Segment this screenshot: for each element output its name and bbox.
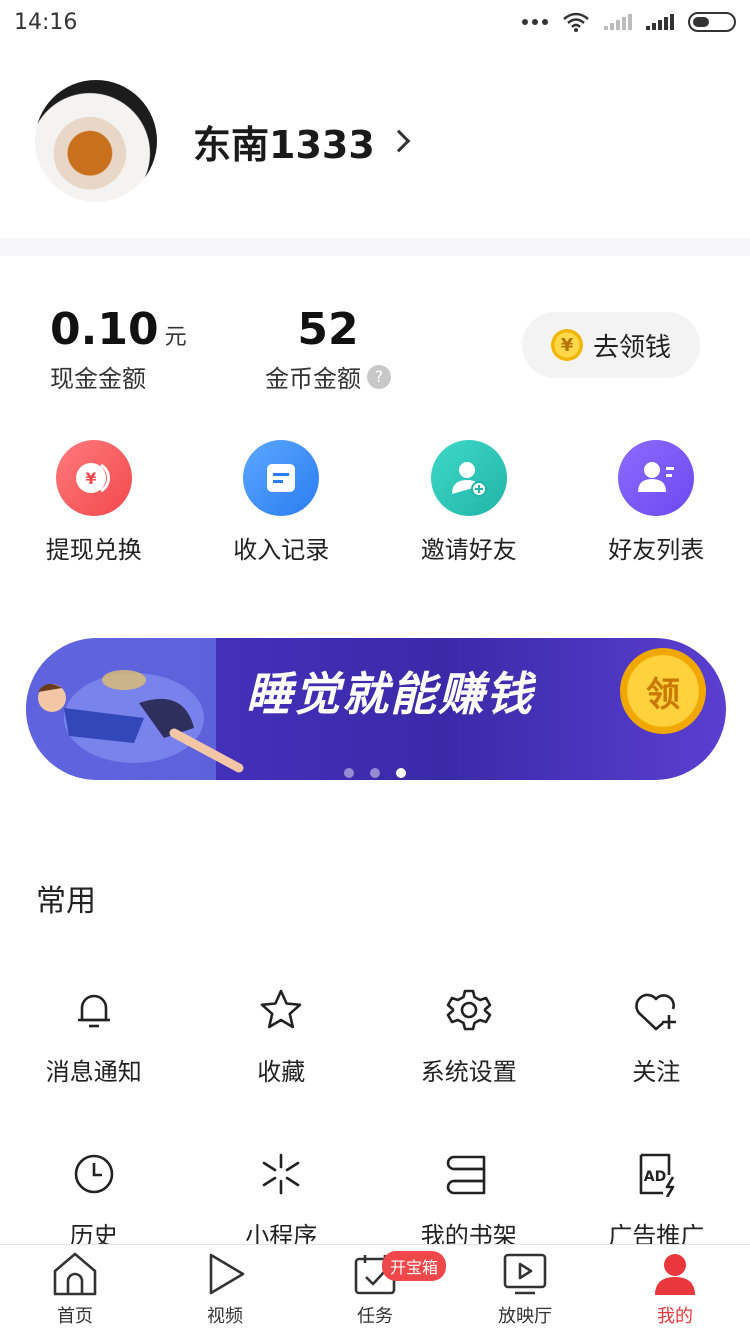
pagination-dot-active[interactable] (396, 768, 406, 778)
wifi-icon (563, 12, 589, 32)
star-icon (257, 986, 305, 1034)
menu-item-ad-promotion[interactable]: AD 广告推广 (563, 1150, 750, 1251)
menu-item-label: 系统设置 (420, 1058, 517, 1086)
banner-pagination (344, 768, 406, 778)
quick-action-income-record[interactable]: 收入记录 (188, 440, 376, 565)
banner-title: 睡觉就能赚钱 (246, 667, 534, 721)
get-money-button[interactable]: ¥ 去领钱 (522, 312, 700, 378)
income-record-icon (243, 440, 320, 516)
clock-icon (70, 1150, 118, 1198)
home-icon (49, 1248, 101, 1300)
pagination-dot[interactable] (344, 768, 354, 778)
status-time: 14:16 (14, 9, 78, 35)
menu-item-label: 消息通知 (45, 1058, 142, 1086)
coin-label: 金币金额 (265, 365, 361, 393)
username: 东南1333 (193, 122, 375, 167)
tab-label: 视频 (207, 1306, 243, 1327)
yen-coin-icon: ¥ (550, 329, 583, 361)
menu-item-follow[interactable]: 关注 (563, 986, 750, 1087)
avatar[interactable] (35, 80, 157, 202)
menu-item-label: 关注 (632, 1058, 681, 1086)
profile-header[interactable]: 东南1333 (35, 80, 411, 202)
menu-item-mini-program[interactable]: 小程序 (188, 1150, 376, 1251)
cash-unit: 元 (164, 325, 187, 350)
svg-text:¥: ¥ (85, 469, 96, 488)
quick-actions: ¥ 提现兑换 收入记录 邀请好友 好友列表 (0, 440, 750, 565)
tab-cinema[interactable]: 放映厅 (450, 1245, 600, 1334)
menu-item-label: 收藏 (257, 1058, 306, 1086)
ad-icon: AD (632, 1150, 680, 1198)
tab-profile[interactable]: 我的 (600, 1245, 750, 1334)
claim-coin-icon[interactable]: 领 (620, 648, 706, 734)
get-money-label: 去领钱 (592, 332, 671, 363)
battery-icon (688, 12, 736, 32)
quick-action-label: 好友列表 (608, 536, 705, 564)
bottom-tab-bar: 首页 视频 开宝箱 任务 放映厅 我的 (0, 1244, 750, 1334)
treasure-box-badge[interactable]: 开宝箱 (382, 1251, 447, 1281)
quick-action-friend-list[interactable]: 好友列表 (563, 440, 750, 565)
help-icon[interactable]: ? (367, 364, 391, 389)
quick-action-label: 邀请好友 (420, 536, 517, 564)
menu-item-history[interactable]: 历史 (0, 1150, 188, 1251)
cash-label: 现金金额 (50, 365, 146, 393)
more-dots-icon (522, 19, 548, 25)
tab-label: 我的 (657, 1306, 693, 1327)
bookshelf-icon (445, 1150, 493, 1198)
bell-icon (70, 986, 118, 1034)
menu-item-notifications[interactable]: 消息通知 (0, 986, 188, 1087)
invite-friend-icon (430, 440, 507, 516)
tab-task[interactable]: 开宝箱 任务 (300, 1245, 450, 1334)
pagination-dot[interactable] (370, 768, 380, 778)
svg-text:AD: AD (644, 1169, 666, 1185)
friend-list-icon (618, 440, 695, 516)
menu-item-favorites[interactable]: 收藏 (188, 986, 376, 1087)
section-title-common: 常用 (36, 884, 96, 919)
status-icons (522, 12, 736, 32)
profile-icon (649, 1248, 701, 1300)
coin-amount: 52 (297, 304, 359, 355)
cash-amount: 0.10 (50, 304, 159, 355)
tab-label: 任务 (357, 1306, 393, 1327)
section-divider (0, 238, 750, 256)
quick-action-withdraw[interactable]: ¥ 提现兑换 (0, 440, 188, 565)
tab-home[interactable]: 首页 (0, 1245, 150, 1334)
username-link[interactable]: 东南1333 (193, 114, 411, 169)
mini-program-icon (257, 1150, 305, 1198)
promo-banner[interactable]: 睡觉就能赚钱 领 (16, 618, 728, 796)
menu-item-bookshelf[interactable]: 我的书架 (375, 1150, 563, 1251)
status-bar: 14:16 (0, 0, 750, 44)
menu-item-settings[interactable]: 系统设置 (375, 986, 563, 1087)
gear-icon (445, 986, 493, 1034)
signal-icon (604, 14, 632, 30)
wallet-summary: 0.10 元 现金金额 52 金币金额 ? ¥ 去领钱 (0, 300, 750, 400)
chevron-right-icon (387, 129, 411, 153)
tab-label: 放映厅 (498, 1306, 552, 1327)
tab-video[interactable]: 视频 (150, 1245, 300, 1334)
sleeping-person-illustration (38, 670, 244, 773)
quick-action-invite-friend[interactable]: 邀请好友 (375, 440, 563, 565)
common-grid-row-1: 消息通知 收藏 系统设置 关注 (0, 986, 750, 1087)
tab-label: 首页 (57, 1306, 93, 1327)
quick-action-label: 提现兑换 (45, 536, 142, 564)
cinema-icon (499, 1248, 551, 1300)
signal-2-icon (646, 14, 674, 30)
heart-plus-icon (632, 986, 680, 1034)
play-icon (199, 1248, 251, 1300)
cash-balance[interactable]: 0.10 元 现金金额 (50, 304, 187, 394)
withdraw-icon: ¥ (55, 440, 132, 516)
quick-action-label: 收入记录 (233, 536, 330, 564)
coin-balance[interactable]: 52 金币金额 ? (265, 304, 391, 394)
common-grid-row-2: 历史 小程序 我的书架 AD 广告推广 (0, 1150, 750, 1251)
